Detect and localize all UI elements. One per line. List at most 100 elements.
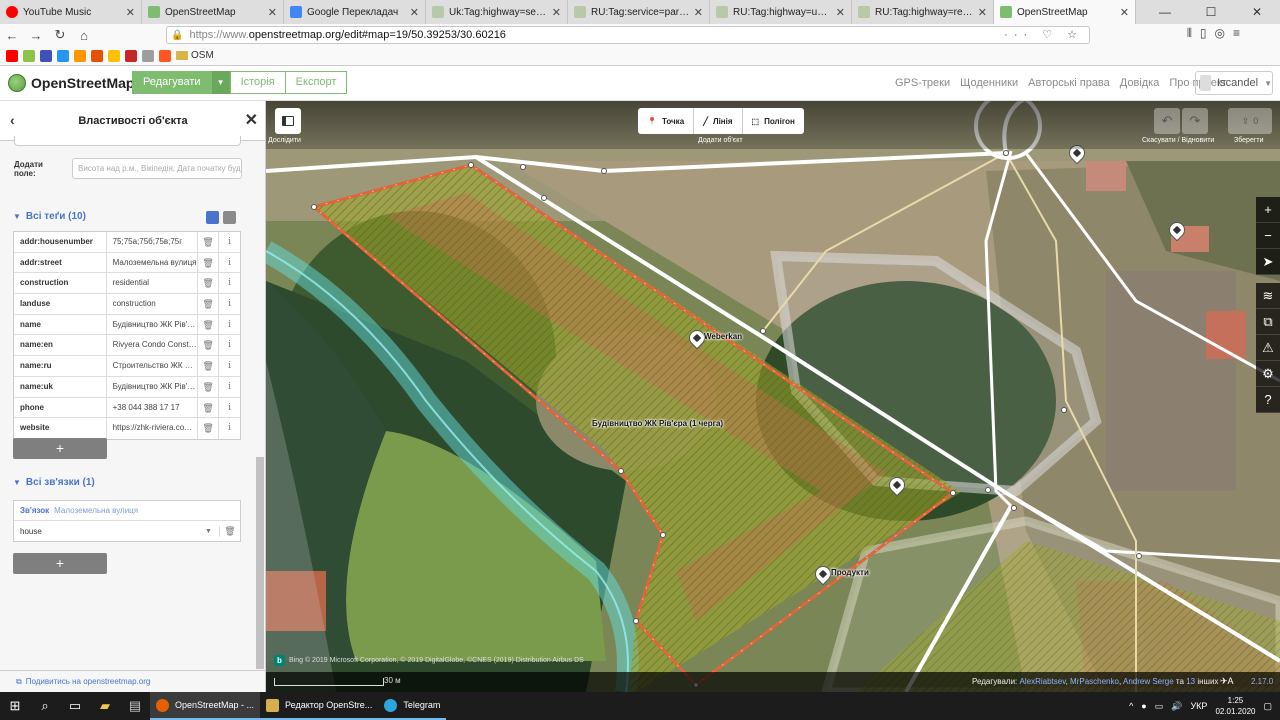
task-view-icon[interactable]: ▭	[60, 692, 90, 720]
relations-section-toggle[interactable]: ▼ Всі зв'язки (1)	[13, 477, 95, 488]
export-button[interactable]: Експорт	[285, 71, 348, 94]
trash-icon[interactable]: 🗑	[198, 232, 220, 252]
tag-key-input[interactable]: name:uk	[14, 376, 107, 397]
bookmark-icon[interactable]	[23, 49, 35, 62]
info-icon[interactable]: i	[219, 356, 240, 376]
tab-close-icon[interactable]: ✕	[836, 6, 845, 19]
tag-value-input[interactable]: construction	[107, 294, 199, 314]
tag-key-input[interactable]: name:en	[14, 335, 107, 356]
info-icon[interactable]: i	[219, 335, 240, 355]
tag-value-input[interactable]: Строительство ЖК Ривьера	[107, 356, 199, 376]
language-indicator[interactable]: УКР	[1190, 701, 1207, 711]
minimize-icon[interactable]: —	[1142, 0, 1188, 24]
attribution-text[interactable]: Bing © 2019 Microsoft Corporation, © 201…	[289, 657, 584, 664]
zoom-in-icon[interactable]: +	[1256, 197, 1280, 223]
volume-icon[interactable]: 🔊	[1171, 701, 1182, 712]
home-icon[interactable]: ⌂	[72, 28, 96, 43]
browser-tab[interactable]: RU:Tag:highway=unclassified ✕	[710, 0, 852, 24]
browser-tab[interactable]: RU:Tag:service=parking_aisle ✕	[568, 0, 710, 24]
info-icon[interactable]: i	[219, 294, 240, 314]
tab-close-icon[interactable]: ✕	[268, 6, 277, 19]
search-icon[interactable]: ⌕	[30, 692, 60, 720]
bookmark-icon[interactable]	[74, 49, 86, 62]
extension-icon[interactable]: ◎	[1215, 26, 1225, 41]
text-view-icon[interactable]	[223, 211, 236, 224]
relation-header[interactable]: Зв'язок Малоземельна вулиця	[14, 501, 240, 521]
relation-name[interactable]: Малоземельна вулиця	[54, 506, 138, 515]
window-close-icon[interactable]: ✕	[1234, 0, 1280, 24]
add-relation-button[interactable]: +	[13, 553, 107, 574]
close-icon[interactable]: ✕	[245, 110, 258, 130]
tag-value-input[interactable]: Малоземельна вулиця	[107, 252, 199, 273]
tag-key-input[interactable]: name	[14, 314, 107, 335]
back-icon[interactable]: ←	[0, 28, 24, 43]
windows-start-icon[interactable]: ⊞	[0, 692, 30, 720]
lock-icon[interactable]: 🔒	[171, 30, 183, 41]
info-icon[interactable]: i	[219, 418, 240, 439]
save-button[interactable]: ⇪ 0	[1228, 108, 1272, 134]
tags-section-toggle[interactable]: ▼ Всі теґи (10)	[13, 211, 86, 222]
contributor-link[interactable]: Andrew Serge	[1123, 677, 1174, 686]
tag-key-input[interactable]: addr:housenumber	[14, 232, 107, 252]
bookmark-icon[interactable]	[142, 49, 154, 62]
tray-app-icon[interactable]: ●	[1141, 701, 1146, 711]
sidebar-scrollbar[interactable]	[256, 457, 264, 669]
bookmark-icon[interactable]	[159, 49, 171, 62]
info-icon[interactable]: i	[219, 273, 240, 293]
view-on-osm-link[interactable]: Подивитись на openstreetmap.org	[26, 677, 151, 686]
bookmark-icon[interactable]	[40, 49, 52, 62]
preferences-icon[interactable]: ⚙	[1256, 361, 1280, 387]
edit-button[interactable]: Редагувати	[132, 71, 212, 94]
trash-icon[interactable]: 🗑	[198, 397, 220, 418]
redo-icon[interactable]: ↷	[1182, 108, 1208, 134]
trash-icon[interactable]: 🗑	[198, 335, 220, 356]
tab-close-icon[interactable]: ✕	[410, 6, 419, 19]
tab-close-icon[interactable]: ✕	[126, 6, 135, 19]
clock[interactable]: 1:25 02.01.2020	[1215, 695, 1255, 717]
info-icon[interactable]: i	[219, 315, 240, 335]
app-icon[interactable]: ▤	[120, 692, 150, 720]
trash-icon[interactable]: 🗑	[198, 376, 220, 397]
tray-chevron-icon[interactable]: ^	[1129, 701, 1133, 711]
user-menu[interactable]: Iscandel ▼	[1195, 71, 1273, 95]
back-icon[interactable]: ‹	[10, 112, 15, 128]
info-icon[interactable]: i	[219, 253, 240, 273]
osm-logo[interactable]: OpenStreetMap	[8, 74, 134, 92]
browser-tab[interactable]: OpenStreetMap ✕	[142, 0, 284, 24]
contributor-link[interactable]: MrPaschenko	[1070, 677, 1119, 686]
nav-link-copyright[interactable]: Авторські права	[1028, 77, 1110, 89]
library-icon[interactable]: ⫴	[1187, 26, 1192, 41]
tag-key-input[interactable]: addr:street	[14, 252, 107, 273]
bookmark-youtube-icon[interactable]	[6, 49, 18, 62]
tab-close-icon[interactable]: ✕	[552, 6, 561, 19]
tag-key-input[interactable]: name:ru	[14, 356, 107, 376]
bookmark-folder-osm[interactable]: OSM	[176, 50, 214, 61]
translate-icon[interactable]: ✈A	[1220, 676, 1234, 687]
trash-icon[interactable]: 🗑	[198, 356, 220, 376]
tag-value-input[interactable]: https://zhk-riviera.com.ua	[107, 418, 199, 439]
bookmark-icon[interactable]	[108, 49, 120, 62]
tag-key-input[interactable]: construction	[14, 273, 107, 294]
taskbar-app-firefox[interactable]: OpenStreetMap - ...	[150, 692, 261, 720]
tag-key-input[interactable]: landuse	[14, 294, 107, 314]
tag-value-input[interactable]: Будівництво ЖК Рів'єра	[107, 314, 199, 335]
tab-close-icon[interactable]: ✕	[1120, 6, 1129, 19]
url-bar[interactable]: 🔒 https://www. openstreetmap.org/edit#map…	[166, 26, 1090, 44]
trash-icon[interactable]: 🗑	[219, 525, 240, 537]
trash-icon[interactable]: 🗑	[198, 314, 220, 335]
geolocate-icon[interactable]: ➤	[1256, 249, 1280, 275]
tag-value-input[interactable]: residential	[107, 273, 199, 294]
help-icon[interactable]: ?	[1256, 387, 1280, 413]
file-explorer-icon[interactable]: ▰	[90, 692, 120, 720]
tab-close-icon[interactable]: ✕	[694, 6, 703, 19]
trash-icon[interactable]: 🗑	[198, 252, 220, 273]
undo-icon[interactable]: ↶	[1154, 108, 1180, 134]
add-tag-button[interactable]: +	[13, 438, 107, 459]
tag-key-input[interactable]: phone	[14, 397, 107, 418]
history-button[interactable]: Історія	[229, 71, 286, 94]
reload-icon[interactable]: ↻	[48, 27, 72, 43]
nav-link-help[interactable]: Довідка	[1120, 77, 1160, 89]
edit-dropdown-icon[interactable]: ▼	[211, 71, 230, 94]
bookmark-icon[interactable]	[91, 49, 103, 62]
info-icon[interactable]: i	[219, 377, 240, 397]
